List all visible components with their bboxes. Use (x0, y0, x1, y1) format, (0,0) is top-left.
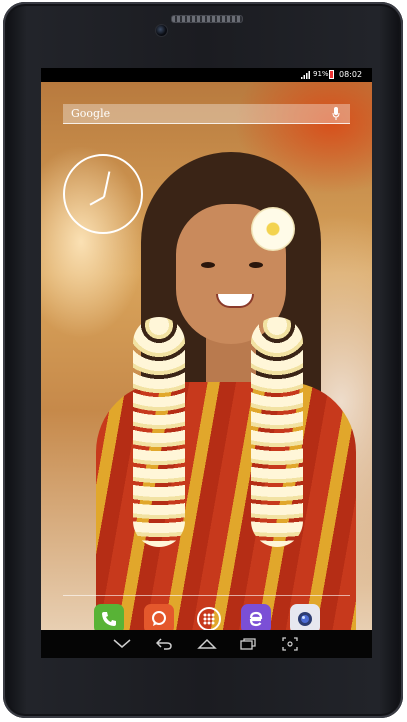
screenshot-button[interactable] (277, 635, 303, 653)
camera-app-icon[interactable] (290, 604, 320, 630)
status-bar: 91% 08:02 (41, 68, 372, 82)
front-camera (155, 24, 168, 37)
browser-e-icon (249, 611, 263, 627)
wallpaper-lei-left (133, 317, 185, 547)
wallpaper-hair-flower (251, 207, 295, 251)
wallpaper-eye-right (249, 262, 263, 268)
phone-app-icon[interactable] (94, 604, 124, 630)
battery-percent: 91% (313, 70, 329, 78)
tablet-screen: 91% 08:02 Google (41, 68, 372, 658)
home-wallpaper: Google (41, 82, 372, 630)
speaker-grille (171, 15, 243, 23)
dock-divider (63, 595, 350, 596)
wallpaper-lei-right (251, 317, 303, 547)
search-widget-label: Google (71, 107, 111, 120)
recent-apps-button[interactable] (235, 635, 261, 653)
grid-icon (197, 607, 221, 630)
back-button[interactable] (151, 635, 177, 653)
app-dock (41, 600, 372, 630)
tablet-device: 91% 08:02 Google (3, 2, 403, 718)
status-time: 08:02 (339, 70, 363, 79)
app-drawer-button[interactable] (194, 604, 224, 630)
navigation-bar (41, 630, 372, 658)
wallpaper-eye-left (201, 262, 215, 268)
home-button[interactable] (194, 635, 220, 653)
recent-apps-icon (240, 638, 256, 650)
mic-icon[interactable] (332, 107, 340, 120)
clock-hour-hand (89, 196, 105, 206)
signal-icon (301, 71, 310, 79)
messaging-app-icon[interactable] (144, 604, 174, 630)
home-icon (197, 638, 217, 649)
google-search-widget[interactable]: Google (63, 104, 350, 124)
analog-clock-widget[interactable] (63, 154, 143, 234)
browser-app-icon[interactable] (241, 604, 271, 630)
phone-icon (102, 612, 116, 626)
screenshot-icon (282, 637, 298, 651)
battery-icon (329, 70, 334, 79)
hide-keyboard-button[interactable] (109, 635, 135, 653)
message-icon (152, 611, 166, 626)
back-icon (156, 638, 172, 650)
chevron-down-icon (113, 639, 131, 648)
camera-lens-icon (298, 612, 312, 626)
clock-minute-hand (103, 171, 111, 198)
